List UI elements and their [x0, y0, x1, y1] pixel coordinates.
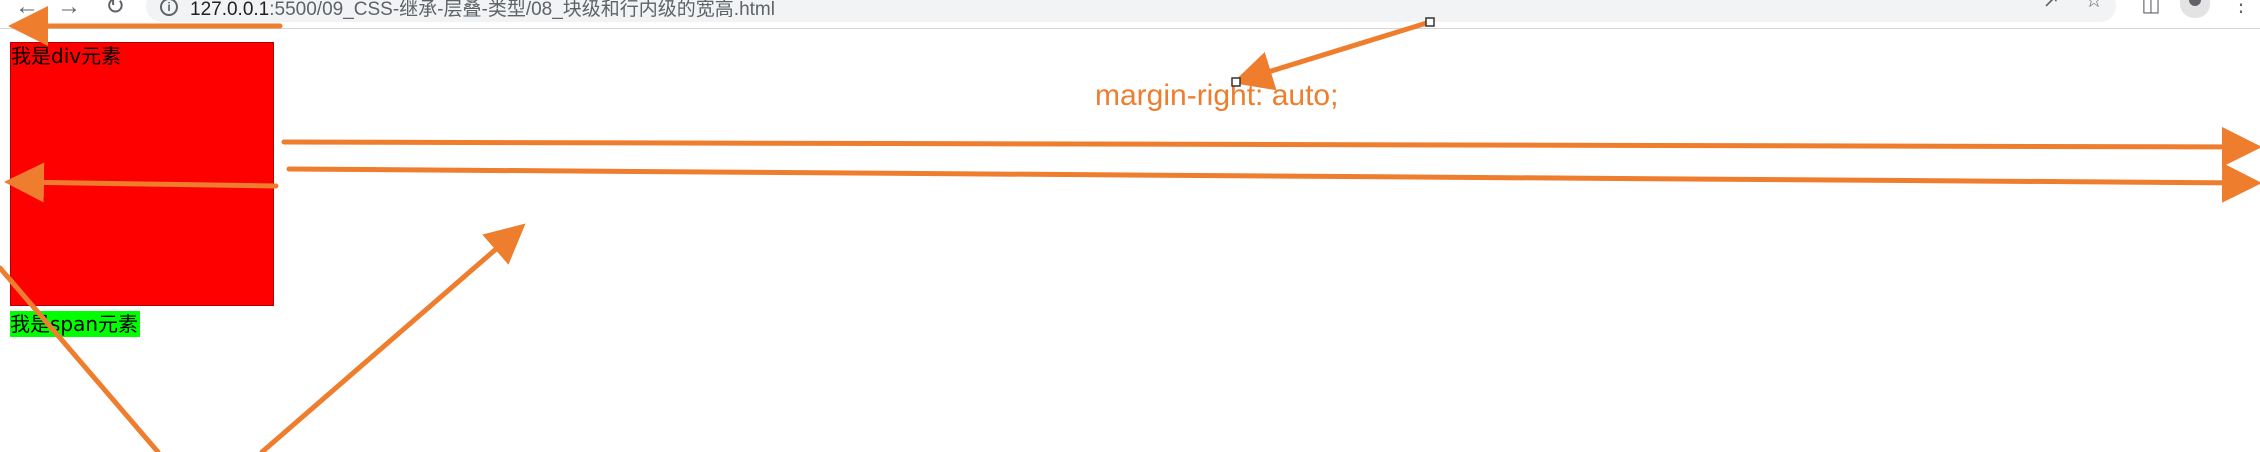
browser-toolbar: ← → ↻ i 127.0.0.1:5500/09_CSS-继承-层叠-类型/0…	[0, 0, 2260, 29]
side-panel-icon[interactable]: ◫	[2136, 0, 2166, 20]
arrow-right-upper	[281, 126, 2260, 167]
arrow-to-annotation	[1232, 19, 1433, 91]
reload-icon[interactable]: ↻	[100, 0, 130, 22]
profile-icon[interactable]	[2180, 0, 2210, 18]
back-icon[interactable]: ←	[12, 0, 42, 22]
info-icon[interactable]: i	[160, 0, 178, 16]
arrow-diagonal-right	[259, 223, 526, 452]
share-icon[interactable]: ↗	[2036, 0, 2066, 16]
url-host: 127.0.0.1	[190, 0, 270, 20]
annotation-arrows	[0, 6, 2260, 452]
menu-icon[interactable]: ⋮	[2226, 0, 2256, 20]
arrow-right-lower	[286, 162, 2260, 203]
url-path: :5500/09_CSS-继承-层叠-类型/08_块级和行内级的宽高.html	[269, 0, 775, 20]
div-element: 我是div元素	[10, 42, 274, 306]
avatar	[2189, 0, 2201, 6]
span-element: 我是span元素	[10, 311, 141, 337]
url-text[interactable]: 127.0.0.1:5500/09_CSS-继承-层叠-类型/08_块级和行内级…	[190, 0, 775, 21]
forward-icon[interactable]: →	[54, 0, 84, 22]
div-element-label: 我是div元素	[11, 44, 122, 68]
star-icon[interactable]: ☆	[2079, 0, 2109, 16]
address-bar[interactable]: i 127.0.0.1:5500/09_CSS-继承-层叠-类型/08_块级和行…	[146, 0, 2116, 22]
annotation-text: margin-right: auto;	[1095, 79, 1339, 112]
